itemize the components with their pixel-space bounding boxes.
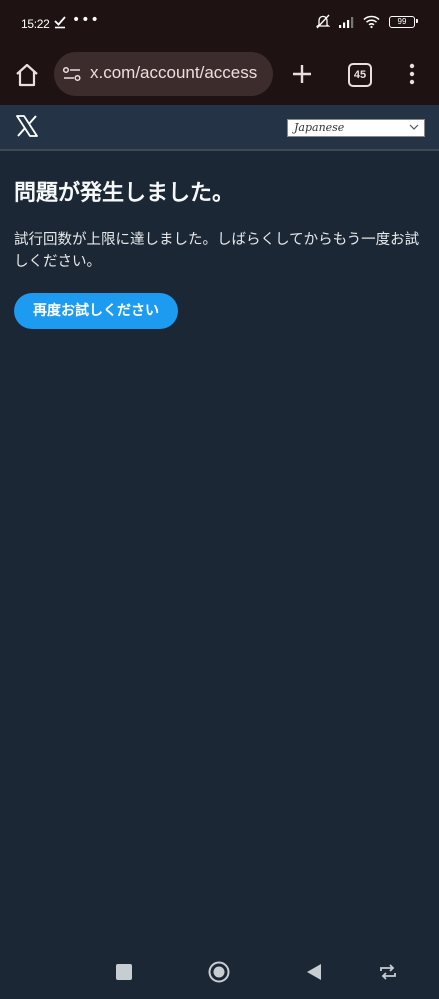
battery-icon: 99 — [389, 15, 418, 28]
wifi-icon — [363, 15, 380, 28]
url-text: x.com/account/access — [90, 63, 258, 82]
rotate-icon[interactable] — [378, 963, 398, 981]
tune-icon[interactable] — [63, 66, 81, 82]
error-content: 問題が発生しました。 試行回数が上限に達しました。しばらくしてからもう一度お試し… — [14, 178, 426, 329]
check-icon — [54, 16, 66, 29]
back-icon[interactable] — [306, 963, 322, 981]
page-title: 問題が発生しました。 — [14, 181, 235, 206]
tabs-icon[interactable]: 45 — [348, 63, 372, 87]
recents-icon[interactable] — [116, 964, 132, 980]
kebab-menu-icon[interactable] — [402, 62, 422, 86]
more-dots-icon: ••• — [72, 12, 100, 28]
home-circle-icon[interactable] — [208, 961, 230, 983]
browser-toolbar: x.com/account/access 45 — [0, 50, 439, 105]
error-message: 試行回数が上限に達しました。しばらくしてからもう一度お試しください。 — [14, 232, 420, 270]
site-header: Japanese — [0, 105, 439, 151]
bell-off-icon — [316, 14, 330, 29]
home-icon[interactable] — [14, 62, 40, 88]
status-bar: 15:22 ••• 99 — [0, 0, 439, 50]
battery-level: 99 — [397, 16, 407, 26]
tab-count: 45 — [353, 69, 367, 81]
status-time: 15:22 — [21, 17, 50, 31]
language-selected: Japanese — [294, 121, 345, 134]
system-nav-bar — [0, 945, 439, 999]
x-logo-icon[interactable] — [15, 114, 39, 138]
retry-button[interactable]: 再度お試しください — [14, 293, 178, 329]
language-select[interactable]: Japanese — [287, 119, 425, 137]
chevron-down-icon — [409, 124, 419, 130]
signal-icon — [339, 16, 354, 28]
plus-icon[interactable] — [290, 62, 314, 86]
address-bar[interactable]: x.com/account/access — [54, 52, 273, 96]
